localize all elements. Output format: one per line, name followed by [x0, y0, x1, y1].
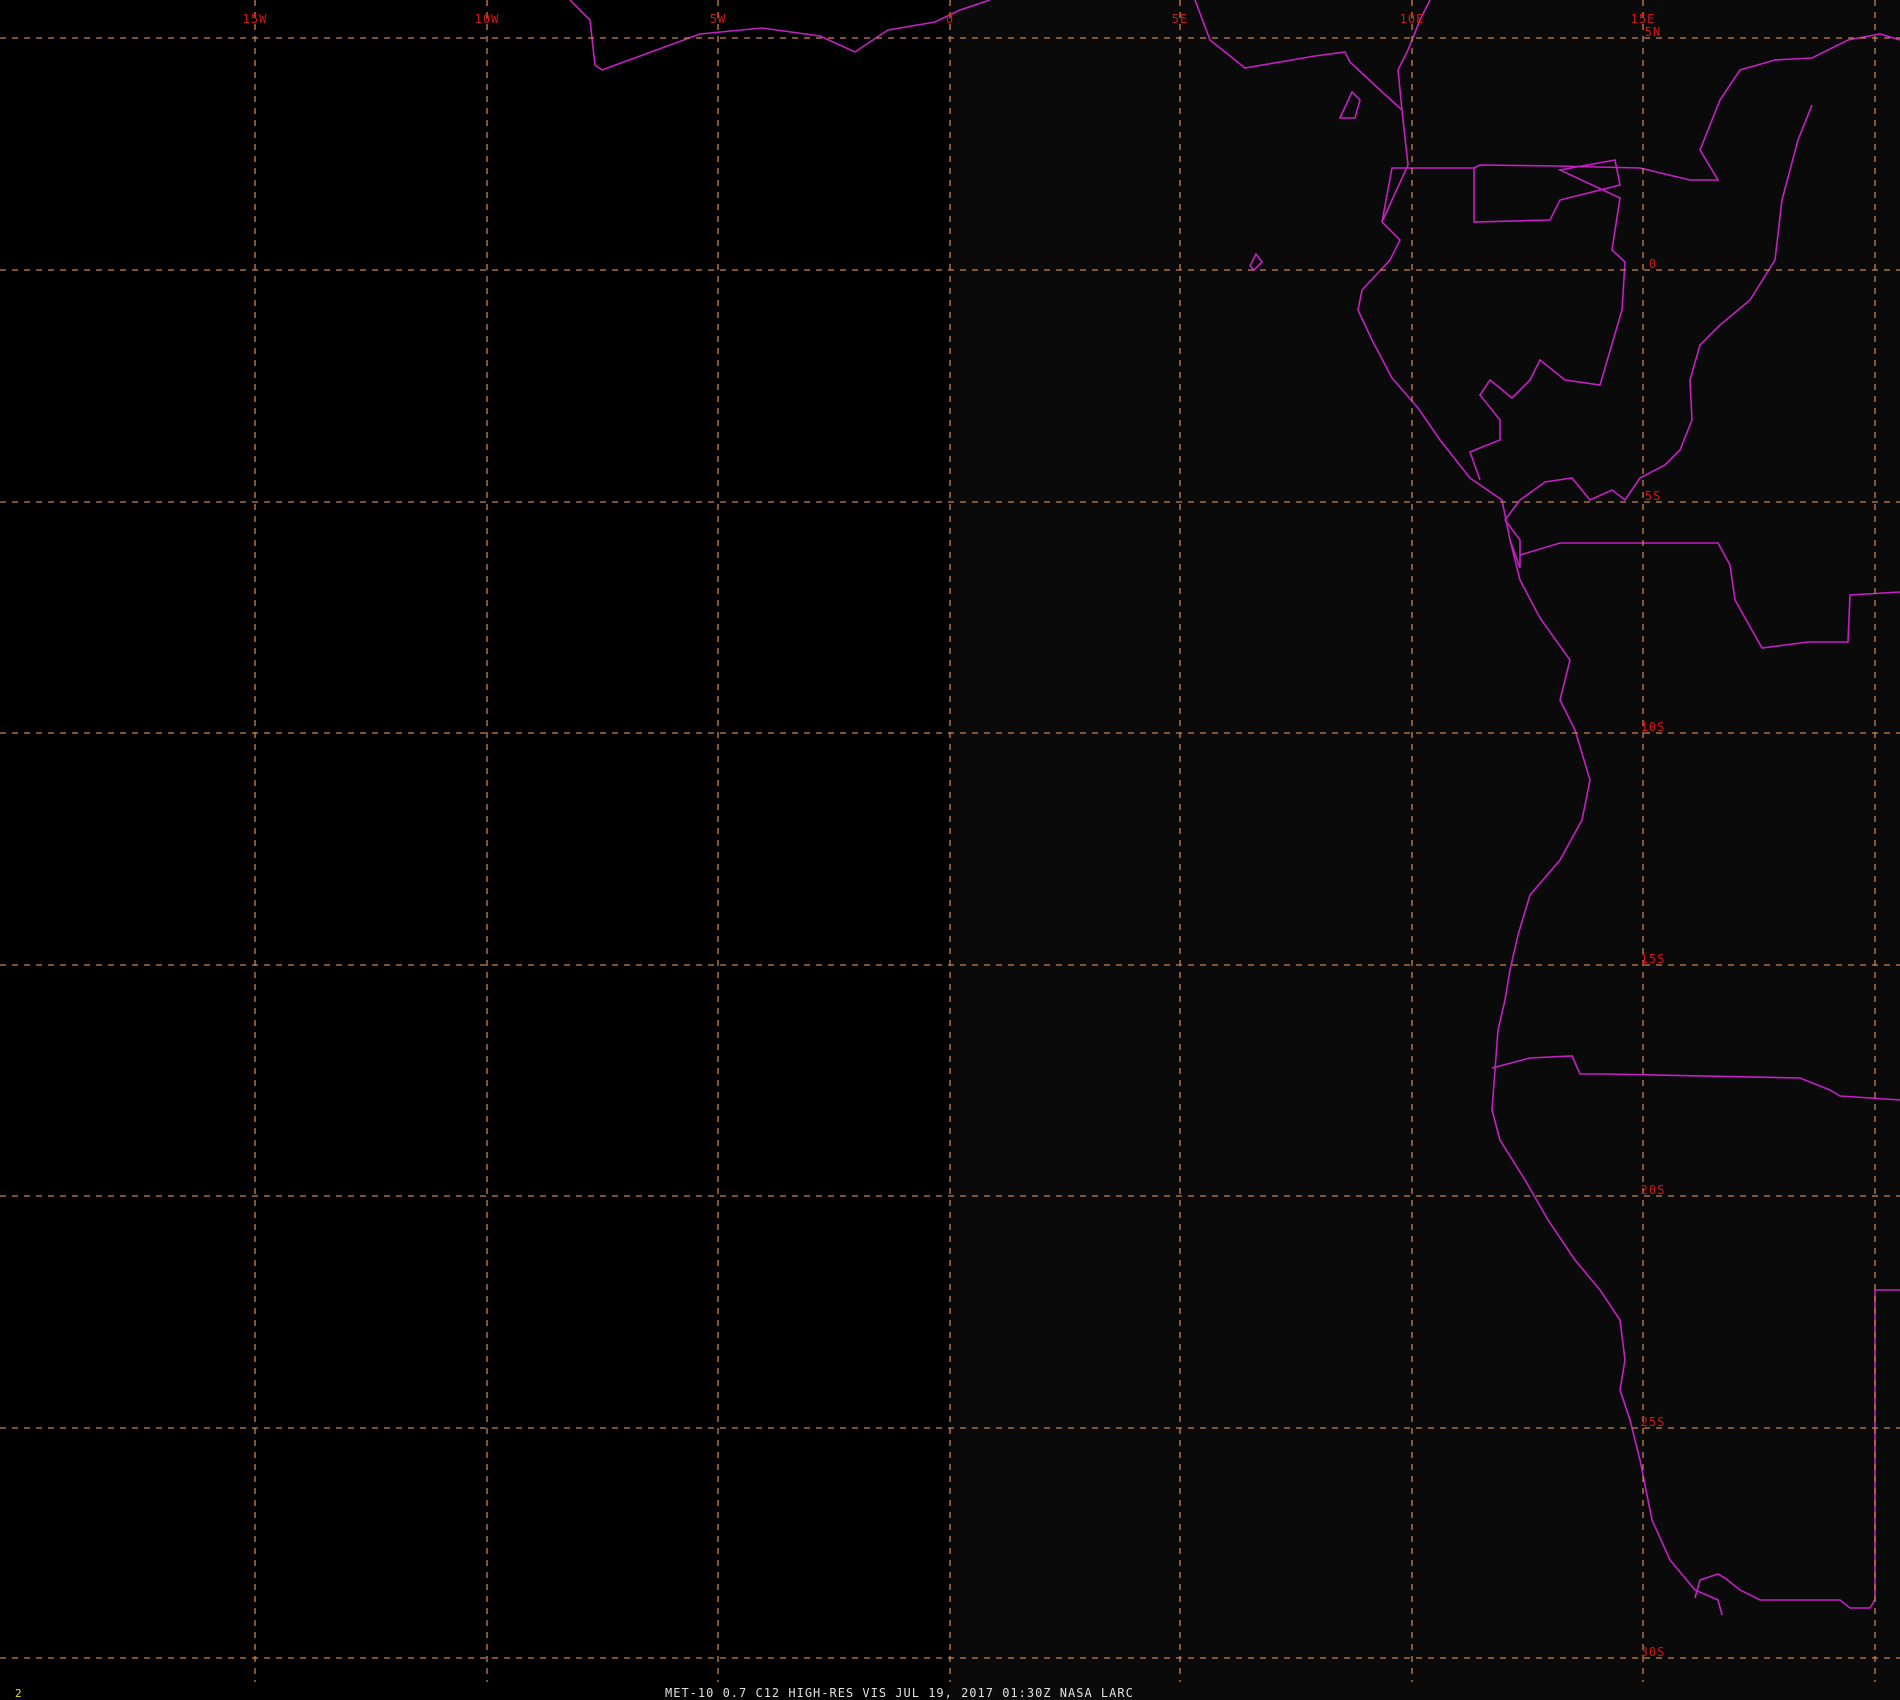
- latitude-label: 15S: [1641, 952, 1666, 966]
- map-background-west: [0, 0, 950, 1700]
- latitude-label: 30S: [1641, 1645, 1666, 1659]
- latitude-label: 20S: [1641, 1183, 1666, 1197]
- latitude-label: 25S: [1641, 1415, 1666, 1429]
- longitude-label: 5W: [710, 12, 726, 26]
- map-background-east: [950, 0, 1900, 1700]
- satellite-map: 15W 10W 5W 0 5E 10E 15E5N05S10S15S20S25S30S 2 …: [0, 0, 1900, 1700]
- longitude-label: 15E: [1631, 12, 1656, 26]
- latitude-label: 10S: [1641, 720, 1666, 734]
- frame-number: 2: [15, 1687, 22, 1700]
- longitude-label: 15W: [243, 12, 268, 26]
- latitude-label: 5N: [1645, 25, 1661, 39]
- longitude-label: 10E: [1400, 12, 1425, 26]
- longitude-label: 5E: [1172, 12, 1188, 26]
- latitude-label: 0: [1649, 257, 1657, 271]
- image-caption: MET-10 0.7 C12 HIGH-RES VIS JUL 19, 2017…: [665, 1686, 1134, 1700]
- latitude-label: 5S: [1645, 489, 1661, 503]
- longitude-label: 10W: [475, 12, 500, 26]
- longitude-label: 0: [946, 12, 954, 26]
